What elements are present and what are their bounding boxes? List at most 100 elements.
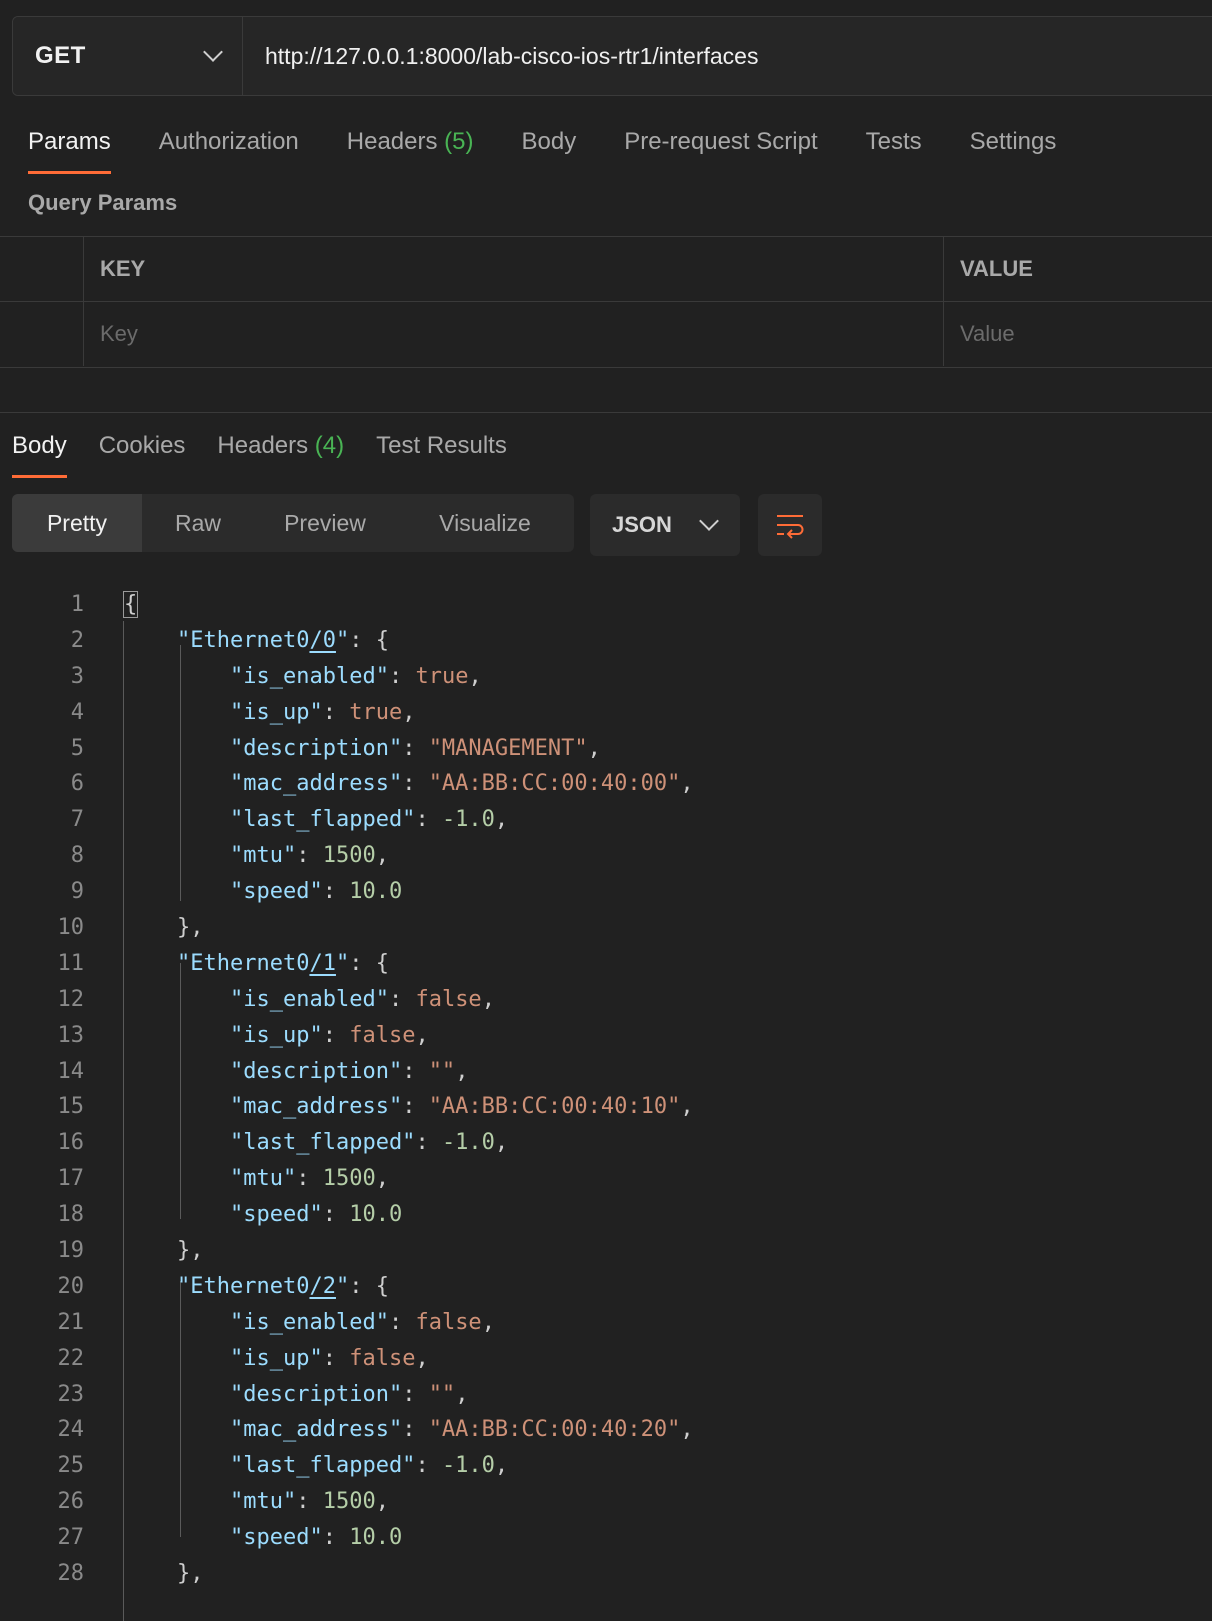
view-mode-segmented: Pretty Raw Preview Visualize [12, 494, 574, 552]
code-text: "is_enabled": false, [230, 986, 495, 1012]
code-line: 6 "mac_address": "AA:BB:CC:00:40:00", [0, 766, 1212, 802]
code-line: 22 "is_up": false, [0, 1341, 1212, 1377]
code-text: "is_up": false, [230, 1345, 429, 1371]
wrap-lines-button[interactable] [758, 494, 822, 556]
code-line: 12 "is_enabled": false, [0, 982, 1212, 1018]
tab-body[interactable]: Body [522, 118, 577, 174]
param-key-input[interactable]: Key [84, 302, 944, 366]
line-number: 22 [57, 1345, 85, 1371]
code-text: "speed": 10.0 [230, 1525, 403, 1551]
line-number: 18 [57, 1202, 85, 1228]
view-mode-raw[interactable]: Raw [142, 494, 254, 552]
code-text: "is_up": false, [230, 1022, 429, 1048]
response-tab-test-results[interactable]: Test Results [376, 422, 507, 478]
code-line: 21 "is_enabled": false, [0, 1305, 1212, 1341]
code-text: }, [177, 1238, 204, 1264]
code-line: 8 "mtu": 1500, [0, 838, 1212, 874]
code-text: { [122, 591, 139, 618]
code-text: "Ethernet0/0": { [177, 627, 389, 653]
params-row-checkbox-cell [0, 302, 84, 366]
line-number: 1 [70, 592, 84, 617]
chevron-down-icon [699, 511, 719, 531]
code-line: 27 "speed": 10.0 [0, 1520, 1212, 1556]
code-line: 1{ [0, 587, 1212, 623]
line-number: 25 [57, 1453, 85, 1479]
tab-label: Body [521, 128, 577, 155]
view-mode-preview[interactable]: Preview [254, 494, 396, 552]
code-text: "mac_address": "AA:BB:CC:00:40:10", [230, 1094, 694, 1120]
line-number: 11 [57, 950, 85, 976]
params-col-value: VALUE [960, 256, 1033, 281]
code-line: 28 }, [0, 1556, 1212, 1592]
line-number: 5 [70, 735, 84, 761]
line-number: 19 [57, 1238, 85, 1264]
code-text: "mtu": 1500, [230, 1166, 389, 1192]
line-number: 7 [70, 807, 84, 833]
params-empty-row: Key Value [0, 302, 1212, 366]
code-line: 2 "Ethernet0/0": { [0, 623, 1212, 659]
line-number: 17 [57, 1166, 85, 1192]
code-line: 25 "last_flapped": -1.0, [0, 1448, 1212, 1484]
response-tab-headers[interactable]: Headers (4) [217, 422, 344, 478]
format-label: JSON [612, 512, 672, 537]
code-line: 14 "description": "", [0, 1054, 1212, 1090]
tab-headers[interactable]: Headers (5) [347, 118, 474, 174]
tab-label: Pre-request Script [624, 128, 818, 155]
view-mode-pretty[interactable]: Pretty [12, 494, 142, 552]
code-text: "description": "", [230, 1058, 469, 1084]
code-text: "is_enabled": true, [230, 663, 482, 689]
tab-tests[interactable]: Tests [866, 118, 922, 174]
code-text: "mtu": 1500, [230, 843, 389, 869]
tab-authorization[interactable]: Authorization [159, 118, 299, 174]
query-params-title: Query Params [28, 190, 178, 215]
wrap-lines-icon [777, 515, 804, 539]
code-text: "last_flapped": -1.0, [230, 1130, 509, 1156]
code-line: 3 "is_enabled": true, [0, 659, 1212, 695]
response-tab-cookies[interactable]: Cookies [99, 422, 186, 478]
code-text: "mtu": 1500, [230, 1489, 389, 1515]
line-number: 20 [57, 1273, 85, 1299]
code-line: 18 "speed": 10.0 [0, 1197, 1212, 1233]
line-number: 15 [57, 1094, 85, 1120]
code-line: 7 "last_flapped": -1.0, [0, 802, 1212, 838]
response-tab-body[interactable]: Body [12, 422, 67, 478]
line-number: 6 [70, 771, 84, 797]
tab-params[interactable]: Params [28, 118, 111, 174]
view-mode-visualize[interactable]: Visualize [396, 494, 574, 552]
code-line: 10 }, [0, 910, 1212, 946]
code-text: "is_up": true, [230, 699, 416, 725]
line-number: 14 [57, 1058, 85, 1084]
params-header-row: KEY VALUE [0, 237, 1212, 302]
line-number: 4 [70, 699, 84, 725]
line-number: 8 [70, 843, 84, 869]
chevron-down-icon [203, 42, 223, 62]
code-text: "mac_address": "AA:BB:CC:00:40:00", [230, 771, 694, 797]
code-line: 24 "mac_address": "AA:BB:CC:00:40:20", [0, 1412, 1212, 1448]
tab-label: Authorization [158, 128, 299, 155]
line-number: 13 [57, 1022, 85, 1048]
line-number: 10 [57, 915, 85, 941]
response-body-editor[interactable]: 1{2 "Ethernet0/0": {3 "is_enabled": true… [0, 587, 1212, 1621]
tab-pre-request-script[interactable]: Pre-request Script [624, 118, 817, 174]
tab-label: Test Results [376, 432, 507, 459]
params-table: KEY VALUE Key Value [0, 236, 1212, 368]
tab-settings[interactable]: Settings [970, 118, 1057, 174]
line-number: 16 [57, 1130, 85, 1156]
line-number: 23 [57, 1381, 85, 1407]
line-number: 21 [57, 1309, 85, 1335]
code-text: }, [177, 915, 204, 941]
method-select[interactable]: GET [13, 17, 243, 95]
tab-label: Body [12, 432, 67, 459]
url-input[interactable]: http://127.0.0.1:8000/lab-cisco-ios-rtr1… [243, 17, 1212, 95]
line-number: 28 [57, 1561, 85, 1587]
tab-label: Params [28, 128, 111, 155]
code-text: "speed": 10.0 [230, 1202, 403, 1228]
format-select[interactable]: JSON [590, 494, 740, 556]
tab-label: Cookies [98, 432, 186, 459]
code-line: 16 "last_flapped": -1.0, [0, 1125, 1212, 1161]
tab-count-badge: (5) [437, 128, 474, 155]
param-value-input[interactable]: Value [944, 302, 1212, 366]
code-text: "Ethernet0/2": { [177, 1273, 389, 1299]
pane-divider[interactable] [0, 412, 1212, 413]
tab-count-badge: (4) [308, 432, 345, 459]
